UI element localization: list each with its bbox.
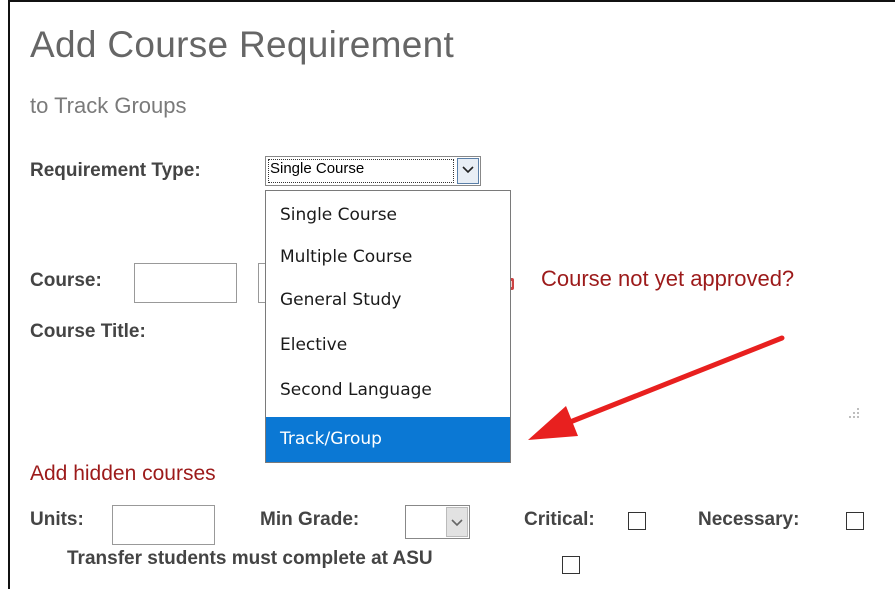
critical-checkbox[interactable] — [628, 512, 646, 530]
add-hidden-courses-link[interactable]: Add hidden courses — [30, 462, 216, 486]
course-label: Course: — [30, 270, 102, 291]
dropdown-arrow-button[interactable] — [457, 158, 479, 184]
transfer-students-checkbox[interactable] — [562, 556, 580, 574]
requirement-type-value: Single Course — [270, 160, 365, 177]
dropdown-option-track-group[interactable]: Track/Group — [266, 417, 510, 462]
course-not-approved-link[interactable]: Course not yet approved? — [541, 266, 794, 292]
requirement-type-select[interactable]: Single Course — [265, 156, 481, 186]
transfer-students-label: Transfer students must complete at ASU — [67, 548, 433, 569]
dropdown-option-second-language[interactable]: Second Language — [266, 369, 510, 411]
page-subtitle: to Track Groups — [30, 93, 187, 118]
course-subject-input[interactable] — [134, 263, 237, 303]
requirement-type-dropdown-list: Single Course Multiple Course General St… — [265, 190, 511, 463]
annotation-arrow-icon — [528, 335, 785, 440]
necessary-label: Necessary: — [698, 509, 800, 530]
units-input[interactable] — [112, 505, 215, 545]
course-title-label: Course Title: — [30, 321, 146, 342]
min-grade-label: Min Grade: — [260, 509, 360, 530]
necessary-checkbox[interactable] — [846, 512, 864, 530]
dropdown-option-elective[interactable]: Elective — [266, 324, 510, 366]
dropdown-option-general-study[interactable]: General Study — [266, 279, 510, 321]
resize-grip-icon[interactable] — [848, 406, 860, 424]
chevron-down-icon — [462, 166, 474, 174]
dropdown-option-single-course[interactable]: Single Course — [266, 194, 510, 236]
dropdown-option-multiple-course[interactable]: Multiple Course — [266, 236, 510, 278]
window-top-border — [8, 0, 895, 2]
chevron-down-icon — [451, 519, 463, 527]
requirement-type-label: Requirement Type: — [30, 160, 201, 181]
min-grade-select[interactable] — [405, 505, 470, 539]
min-grade-arrow-button[interactable] — [446, 507, 468, 537]
window-left-border — [8, 0, 10, 589]
critical-label: Critical: — [524, 509, 595, 530]
units-label: Units: — [30, 509, 84, 530]
page-title: Add Course Requirement — [30, 24, 455, 65]
